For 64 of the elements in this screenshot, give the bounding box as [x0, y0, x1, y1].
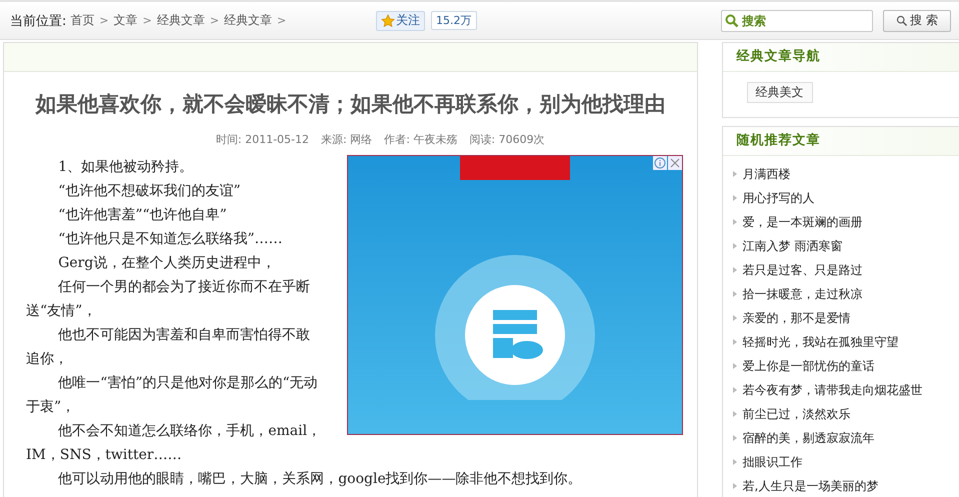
breadcrumb-link[interactable]: 文章 — [114, 12, 138, 29]
article-link[interactable]: 轻摇时光，我站在孤独里守望 — [742, 334, 899, 350]
sidebar-heading: 随机推荐文章 — [722, 127, 959, 156]
sidebar-heading: 经典文章导航 — [722, 43, 959, 72]
bullet-icon — [732, 171, 737, 177]
bullet-icon — [732, 363, 737, 369]
follow-button[interactable]: 关注 — [376, 10, 425, 30]
follower-count: 15.2万 — [431, 11, 476, 30]
paragraph: 他唯一“害怕”的只是他对你是那么的“无动于衷”， — [26, 374, 319, 417]
breadcrumb-link[interactable]: 经典文章 — [224, 12, 272, 29]
article-link[interactable]: 江南入梦 雨洒寒窗 — [742, 238, 842, 254]
article-link[interactable]: 拾一抹暖意，走过秋凉 — [742, 286, 863, 302]
article-link[interactable]: 爱，是一本斑斓的画册 — [742, 214, 863, 230]
breadcrumb-separator: > — [99, 14, 109, 27]
meta-text: 作者: 午夜未殇 — [384, 132, 458, 147]
breadcrumb-label: 当前位置: — [10, 12, 66, 30]
breadcrumb-separator: > — [210, 14, 220, 27]
bullet-icon — [732, 243, 737, 249]
bullet-icon — [732, 459, 737, 465]
paragraph: “也许他只是不知道怎么联络我”…… — [57, 230, 284, 249]
article-link[interactable]: 前尘已过，淡然欢乐 — [742, 406, 851, 422]
bullet-icon — [732, 483, 737, 489]
paragraph: “也许他害羞”“也许他自卑” — [57, 206, 228, 225]
search-field[interactable]: 搜索 — [721, 10, 873, 32]
article-link[interactable]: 拙眼识工作 — [742, 454, 803, 470]
paragraph: 他可以动用他的眼睛，嘴巴，大脑，关系网，google找到你——除非他不想找到你。 — [57, 470, 583, 489]
article-link[interactable]: 亲爱的，那不是爱情 — [742, 310, 851, 326]
meta-text: 时间: 2011-05-12 — [216, 132, 310, 147]
article-title: 如果他喜欢你，就不会暧昧不清；如果他不再联系你，别为他找理由 — [34, 90, 666, 118]
paragraph: “也许他不想破坏我们的友谊” — [57, 182, 242, 201]
ad-banner[interactable] — [346, 155, 683, 435]
paragraph: Gerg说，在整个人类历史进程中， — [57, 254, 276, 273]
paragraph: 他不会不知道怎么联络你，手机，email，IM，SNS，twitter…… — [26, 422, 322, 465]
search-icon — [896, 14, 908, 26]
article-link[interactable]: 若只是过客、只是路过 — [742, 262, 863, 278]
bullet-icon — [732, 339, 737, 345]
article-link[interactable]: 月满西楼 — [742, 166, 791, 182]
bullet-icon — [732, 267, 737, 273]
bullet-icon — [732, 219, 737, 225]
article-link[interactable]: 若今夜有梦，请带我走向烟花盛世 — [742, 382, 923, 398]
breadcrumb-separator: > — [142, 14, 152, 27]
search-button[interactable]: 搜 索 — [883, 10, 951, 32]
paragraph: 任何一个男的都会为了接近你而不在乎断送“友情”， — [26, 278, 312, 321]
breadcrumb-link[interactable]: 经典文章 — [156, 12, 205, 29]
article-link[interactable]: 宿醉的美，剔透寂寂流年 — [742, 430, 875, 446]
article-link[interactable]: 若,人生只是一场美丽的梦 — [742, 478, 878, 494]
bullet-icon — [732, 291, 737, 297]
bullet-icon — [732, 315, 737, 321]
meta-text: 阅读: 70609次 — [469, 132, 545, 147]
bullet-icon — [732, 387, 737, 393]
breadcrumb-separator: > — [277, 14, 286, 27]
category-link[interactable]: 经典美文 — [746, 82, 813, 103]
close-icon[interactable] — [668, 156, 682, 170]
article-link[interactable]: 爱上你是一部忧伤的童话 — [742, 358, 875, 374]
paragraph: 他也不可能因为害羞和自卑而害怕得不敢追你， — [26, 326, 312, 369]
bullet-icon — [732, 435, 737, 441]
breadcrumb-link[interactable]: 首页 — [70, 12, 94, 29]
paragraph: 1、如果他被动矜持。 — [57, 158, 194, 177]
article-link[interactable]: 用心抒写的人 — [742, 190, 815, 206]
bullet-icon — [732, 195, 737, 201]
star-icon — [381, 14, 395, 28]
meta-text: 来源: 网络 — [321, 132, 372, 147]
bullet-icon — [732, 411, 737, 417]
info-icon[interactable] — [652, 156, 667, 170]
